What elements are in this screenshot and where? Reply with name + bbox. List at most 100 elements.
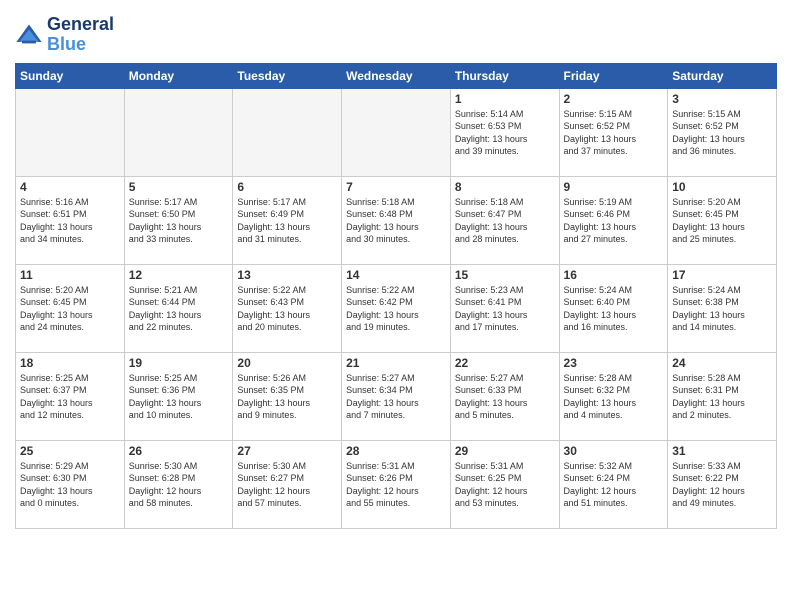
day-info: Sunrise: 5:30 AM Sunset: 6:28 PM Dayligh…: [129, 460, 229, 510]
day-info: Sunrise: 5:33 AM Sunset: 6:22 PM Dayligh…: [672, 460, 772, 510]
calendar-cell: 1 Sunrise: 5:14 AM Sunset: 6:53 PM Daylig…: [450, 88, 559, 176]
day-number: 4: [20, 180, 120, 194]
weekday-sunday: Sunday: [16, 63, 125, 88]
calendar-table: SundayMondayTuesdayWednesdayThursdayFrid…: [15, 63, 777, 529]
day-number: 3: [672, 92, 772, 106]
calendar-cell: 4 Sunrise: 5:16 AM Sunset: 6:51 PM Daylig…: [16, 176, 125, 264]
calendar-cell: 10 Sunrise: 5:20 AM Sunset: 6:45 PM Dayli…: [668, 176, 777, 264]
day-info: Sunrise: 5:27 AM Sunset: 6:34 PM Dayligh…: [346, 372, 446, 422]
day-number: 21: [346, 356, 446, 370]
day-number: 9: [564, 180, 664, 194]
day-info: Sunrise: 5:25 AM Sunset: 6:37 PM Dayligh…: [20, 372, 120, 422]
day-number: 15: [455, 268, 555, 282]
day-number: 30: [564, 444, 664, 458]
day-number: 24: [672, 356, 772, 370]
page-container: General Blue SundayMondayTuesdayWednesda…: [0, 0, 792, 539]
day-number: 26: [129, 444, 229, 458]
day-info: Sunrise: 5:28 AM Sunset: 6:32 PM Dayligh…: [564, 372, 664, 422]
calendar-cell: 14 Sunrise: 5:22 AM Sunset: 6:42 PM Dayli…: [342, 264, 451, 352]
week-row-1: 1 Sunrise: 5:14 AM Sunset: 6:53 PM Daylig…: [16, 88, 777, 176]
day-info: Sunrise: 5:27 AM Sunset: 6:33 PM Dayligh…: [455, 372, 555, 422]
day-info: Sunrise: 5:32 AM Sunset: 6:24 PM Dayligh…: [564, 460, 664, 510]
weekday-thursday: Thursday: [450, 63, 559, 88]
calendar-cell: 17Sunrise: 5:24 AM Sunset: 6:38 PM Dayli…: [668, 264, 777, 352]
day-number: 19: [129, 356, 229, 370]
day-info: Sunrise: 5:20 AM Sunset: 6:45 PM Dayligh…: [672, 196, 772, 246]
week-row-2: 4 Sunrise: 5:16 AM Sunset: 6:51 PM Daylig…: [16, 176, 777, 264]
calendar-cell: 13 Sunrise: 5:22 AM Sunset: 6:43 PM Dayli…: [233, 264, 342, 352]
day-number: 27: [237, 444, 337, 458]
calendar-cell: 29Sunrise: 5:31 AM Sunset: 6:25 PM Dayli…: [450, 440, 559, 528]
day-number: 5: [129, 180, 229, 194]
day-number: 6: [237, 180, 337, 194]
calendar-cell: [124, 88, 233, 176]
calendar-cell: 2 Sunrise: 5:15 AM Sunset: 6:52 PM Daylig…: [559, 88, 668, 176]
week-row-5: 25 Sunrise: 5:29 AM Sunset: 6:30 PM Dayli…: [16, 440, 777, 528]
calendar-cell: 3 Sunrise: 5:15 AM Sunset: 6:52 PM Daylig…: [668, 88, 777, 176]
calendar-cell: 15Sunrise: 5:23 AM Sunset: 6:41 PM Dayli…: [450, 264, 559, 352]
day-info: Sunrise: 5:29 AM Sunset: 6:30 PM Dayligh…: [20, 460, 120, 510]
day-info: Sunrise: 5:30 AM Sunset: 6:27 PM Dayligh…: [237, 460, 337, 510]
logo: General Blue: [15, 15, 114, 55]
day-info: Sunrise: 5:18 AM Sunset: 6:48 PM Dayligh…: [346, 196, 446, 246]
calendar-cell: 19Sunrise: 5:25 AM Sunset: 6:36 PM Dayli…: [124, 352, 233, 440]
calendar-cell: [233, 88, 342, 176]
calendar-cell: 6 Sunrise: 5:17 AM Sunset: 6:49 PM Daylig…: [233, 176, 342, 264]
calendar-cell: 27 Sunrise: 5:30 AM Sunset: 6:27 PM Dayli…: [233, 440, 342, 528]
day-number: 22: [455, 356, 555, 370]
calendar-cell: 22 Sunrise: 5:27 AM Sunset: 6:33 PM Dayli…: [450, 352, 559, 440]
day-number: 29: [455, 444, 555, 458]
day-info: Sunrise: 5:21 AM Sunset: 6:44 PM Dayligh…: [129, 284, 229, 334]
day-info: Sunrise: 5:19 AM Sunset: 6:46 PM Dayligh…: [564, 196, 664, 246]
calendar-cell: 23 Sunrise: 5:28 AM Sunset: 6:32 PM Dayli…: [559, 352, 668, 440]
day-info: Sunrise: 5:22 AM Sunset: 6:42 PM Dayligh…: [346, 284, 446, 334]
day-number: 17: [672, 268, 772, 282]
day-info: Sunrise: 5:17 AM Sunset: 6:49 PM Dayligh…: [237, 196, 337, 246]
calendar-cell: 7 Sunrise: 5:18 AM Sunset: 6:48 PM Daylig…: [342, 176, 451, 264]
calendar-cell: [342, 88, 451, 176]
calendar-cell: 24 Sunrise: 5:28 AM Sunset: 6:31 PM Dayli…: [668, 352, 777, 440]
weekday-saturday: Saturday: [668, 63, 777, 88]
day-number: 2: [564, 92, 664, 106]
day-info: Sunrise: 5:20 AM Sunset: 6:45 PM Dayligh…: [20, 284, 120, 334]
day-info: Sunrise: 5:15 AM Sunset: 6:52 PM Dayligh…: [564, 108, 664, 158]
day-info: Sunrise: 5:14 AM Sunset: 6:53 PM Dayligh…: [455, 108, 555, 158]
calendar-cell: 30 Sunrise: 5:32 AM Sunset: 6:24 PM Dayli…: [559, 440, 668, 528]
calendar-cell: 9 Sunrise: 5:19 AM Sunset: 6:46 PM Daylig…: [559, 176, 668, 264]
day-number: 1: [455, 92, 555, 106]
calendar-cell: 16 Sunrise: 5:24 AM Sunset: 6:40 PM Dayli…: [559, 264, 668, 352]
logo-icon: [15, 21, 43, 49]
calendar-cell: 12 Sunrise: 5:21 AM Sunset: 6:44 PM Dayli…: [124, 264, 233, 352]
day-info: Sunrise: 5:24 AM Sunset: 6:40 PM Dayligh…: [564, 284, 664, 334]
calendar-cell: 11 Sunrise: 5:20 AM Sunset: 6:45 PM Dayli…: [16, 264, 125, 352]
weekday-wednesday: Wednesday: [342, 63, 451, 88]
day-number: 25: [20, 444, 120, 458]
weekday-tuesday: Tuesday: [233, 63, 342, 88]
day-number: 16: [564, 268, 664, 282]
day-number: 20: [237, 356, 337, 370]
weekday-friday: Friday: [559, 63, 668, 88]
day-info: Sunrise: 5:17 AM Sunset: 6:50 PM Dayligh…: [129, 196, 229, 246]
day-number: 23: [564, 356, 664, 370]
day-info: Sunrise: 5:15 AM Sunset: 6:52 PM Dayligh…: [672, 108, 772, 158]
calendar-cell: 25 Sunrise: 5:29 AM Sunset: 6:30 PM Dayli…: [16, 440, 125, 528]
day-number: 13: [237, 268, 337, 282]
calendar-cell: 26 Sunrise: 5:30 AM Sunset: 6:28 PM Dayli…: [124, 440, 233, 528]
day-info: Sunrise: 5:16 AM Sunset: 6:51 PM Dayligh…: [20, 196, 120, 246]
day-number: 14: [346, 268, 446, 282]
week-row-4: 18 Sunrise: 5:25 AM Sunset: 6:37 PM Dayli…: [16, 352, 777, 440]
day-info: Sunrise: 5:31 AM Sunset: 6:26 PM Dayligh…: [346, 460, 446, 510]
day-number: 18: [20, 356, 120, 370]
calendar-cell: 28Sunrise: 5:31 AM Sunset: 6:26 PM Dayli…: [342, 440, 451, 528]
day-number: 7: [346, 180, 446, 194]
day-info: Sunrise: 5:22 AM Sunset: 6:43 PM Dayligh…: [237, 284, 337, 334]
calendar-cell: [16, 88, 125, 176]
day-number: 10: [672, 180, 772, 194]
day-number: 11: [20, 268, 120, 282]
calendar-cell: 5 Sunrise: 5:17 AM Sunset: 6:50 PM Daylig…: [124, 176, 233, 264]
day-info: Sunrise: 5:18 AM Sunset: 6:47 PM Dayligh…: [455, 196, 555, 246]
header: General Blue: [15, 10, 777, 55]
calendar-cell: 8Sunrise: 5:18 AM Sunset: 6:47 PM Daylig…: [450, 176, 559, 264]
day-info: Sunrise: 5:28 AM Sunset: 6:31 PM Dayligh…: [672, 372, 772, 422]
day-number: 12: [129, 268, 229, 282]
